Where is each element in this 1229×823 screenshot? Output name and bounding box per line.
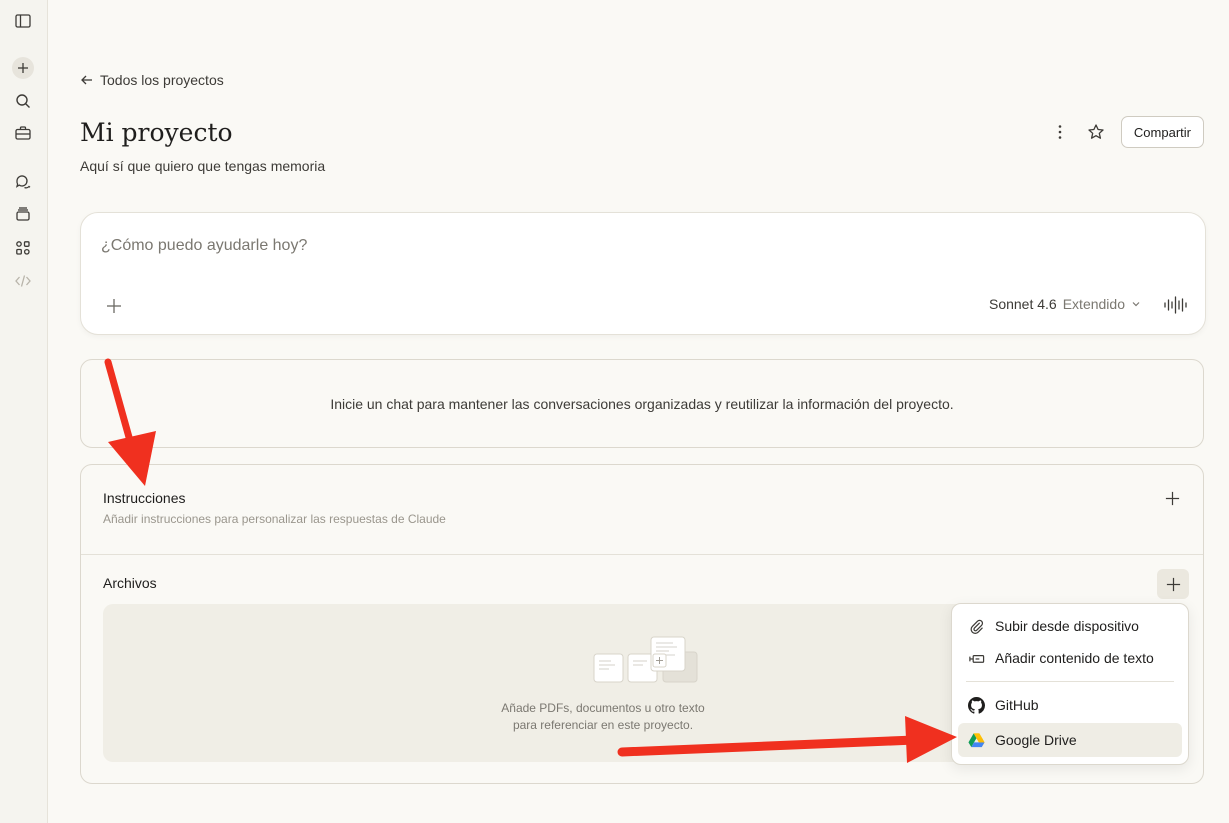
menu-item-label: GitHub bbox=[995, 697, 1039, 713]
back-link-label: Todos los proyectos bbox=[100, 72, 224, 88]
share-button[interactable]: Compartir bbox=[1120, 116, 1204, 148]
back-to-projects-link[interactable]: Todos los proyectos bbox=[80, 72, 224, 88]
attach-plus-icon[interactable] bbox=[103, 295, 125, 317]
menu-item-upload-device[interactable]: Subir desde dispositivo bbox=[958, 609, 1182, 643]
divider bbox=[81, 554, 1203, 555]
instructions-subtitle: Añadir instrucciones para personalizar l… bbox=[103, 512, 446, 526]
github-icon bbox=[968, 696, 985, 714]
chats-icon[interactable] bbox=[12, 171, 34, 193]
chat-composer: ¿Cómo puedo ayudarle hoy? Sonnet 4.6 Ext… bbox=[80, 212, 1206, 335]
artifacts-icon[interactable] bbox=[12, 237, 34, 259]
menu-item-github[interactable]: GitHub bbox=[958, 688, 1182, 722]
google-drive-icon bbox=[968, 732, 985, 747]
add-files-menu: Subir desde dispositivo Añadir contenido… bbox=[951, 603, 1189, 765]
chat-input[interactable]: ¿Cómo puedo ayudarle hoy? bbox=[101, 237, 307, 255]
project-actions: Compartir bbox=[1049, 116, 1204, 148]
start-chat-info-text: Inicie un chat para mantener las convers… bbox=[330, 395, 954, 412]
start-chat-info: Inicie un chat para mantener las convers… bbox=[80, 359, 1204, 448]
model-name: Sonnet 4.6 bbox=[988, 296, 1057, 312]
arrow-left-icon bbox=[81, 75, 92, 85]
projects-icon[interactable] bbox=[12, 203, 34, 225]
documents-illustration-icon bbox=[593, 636, 698, 683]
sidebar bbox=[0, 0, 48, 823]
sidebar-toggle-icon[interactable] bbox=[12, 10, 34, 32]
model-selector[interactable]: Sonnet 4.6 Extendido bbox=[989, 296, 1141, 312]
project-description: Aquí sí que quiero que tengas memoria bbox=[80, 158, 326, 174]
menu-item-add-text[interactable]: Añadir contenido de texto bbox=[958, 641, 1182, 675]
instructions-title: Instrucciones bbox=[103, 490, 186, 506]
new-chat-icon[interactable] bbox=[12, 57, 34, 79]
menu-item-label: Añadir contenido de texto bbox=[995, 650, 1154, 666]
code-icon[interactable] bbox=[12, 270, 34, 292]
add-instructions-plus-icon[interactable] bbox=[1161, 487, 1183, 509]
menu-item-label: Google Drive bbox=[995, 732, 1077, 748]
menu-item-google-drive[interactable]: Google Drive bbox=[958, 723, 1182, 757]
page-title: Mi proyecto bbox=[80, 118, 233, 147]
menu-divider bbox=[966, 681, 1174, 682]
text-content-icon bbox=[969, 654, 985, 663]
search-icon[interactable] bbox=[12, 90, 34, 112]
voice-waveform-icon[interactable] bbox=[1163, 294, 1187, 316]
chevron-down-icon bbox=[1132, 302, 1140, 307]
paperclip-icon bbox=[970, 619, 984, 634]
briefcase-icon[interactable] bbox=[12, 122, 34, 144]
files-title: Archivos bbox=[103, 575, 157, 591]
more-options-icon[interactable] bbox=[1049, 121, 1071, 143]
model-mode: Extendido bbox=[1062, 296, 1125, 312]
add-files-plus-icon[interactable] bbox=[1157, 569, 1189, 599]
star-icon[interactable] bbox=[1085, 121, 1107, 143]
menu-item-label: Subir desde dispositivo bbox=[995, 618, 1139, 634]
